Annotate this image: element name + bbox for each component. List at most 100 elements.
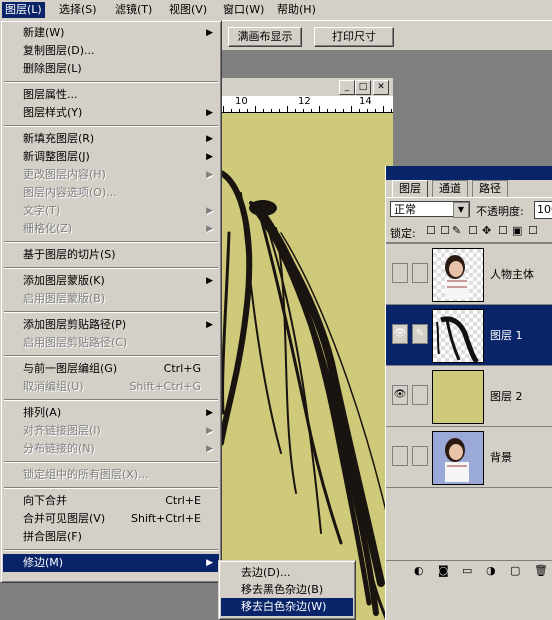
layer-row[interactable]: 人物主体 [386, 243, 552, 304]
link-toggle[interactable] [412, 263, 428, 283]
link-toggle[interactable] [412, 385, 428, 405]
menu-help[interactable]: 帮助(H) [274, 2, 319, 18]
fit-screen-button[interactable]: 满画布显示 [228, 27, 302, 47]
trash-icon[interactable]: 🗑 [534, 564, 548, 577]
menu-view[interactable]: 视图(V) [166, 2, 210, 18]
print-size-button[interactable]: 打印尺寸 [314, 27, 394, 47]
menu-item[interactable]: 向下合并 Ctrl+E [3, 492, 219, 510]
lock-transparency-icon[interactable]: ☐ [426, 224, 436, 237]
opacity-input[interactable]: 100 [534, 201, 552, 219]
ruler-tick [231, 109, 232, 112]
submenu-arrow-icon: ▶ [206, 28, 213, 38]
close-icon[interactable]: ✕ [373, 80, 389, 95]
mask-icon[interactable]: ◙ [438, 564, 449, 577]
lock-pixels-icon[interactable]: ✎ [452, 224, 461, 237]
ruler-tick [351, 106, 352, 112]
lock-pixels-box-icon[interactable]: ☐ [440, 224, 450, 237]
menu-item[interactable]: 排列(A) ▶ [3, 404, 219, 422]
ruler-tick [295, 109, 296, 112]
menu-separator [4, 399, 218, 401]
layer-row[interactable]: 背景 [386, 426, 552, 487]
menu-item: 分布链接的(N) ▶ [3, 440, 219, 458]
menu-item-label: 启用图层剪贴路径(C) [23, 336, 128, 349]
menu-window[interactable]: 窗口(W) [220, 2, 267, 18]
menu-item-label: 与前一图层编组(G) [23, 362, 118, 375]
submenu-arrow-icon: ▶ [206, 134, 213, 144]
ruler-tick [303, 109, 304, 112]
submenu-arrow-icon: ▶ [206, 320, 213, 330]
minimize-icon[interactable]: _ [339, 80, 355, 95]
menu-item[interactable]: 新调整图层(J) ▶ [3, 148, 219, 166]
submenu-arrow-icon: ▶ [206, 224, 213, 234]
tab-paths[interactable]: 路径 [472, 180, 508, 197]
eye-icon[interactable]: 👁 [392, 385, 408, 405]
link-toggle[interactable] [412, 446, 428, 466]
ruler-tick [223, 106, 224, 112]
menu-item-label: 栅格化(Z) [23, 222, 73, 235]
submenu-item[interactable]: 移去黑色杂边(B) [221, 581, 353, 599]
menu-separator [4, 355, 218, 357]
lock-all-icon[interactable]: ▣ [512, 224, 522, 237]
lock-all-box-icon[interactable]: ☐ [498, 224, 508, 237]
lock-position-icon[interactable]: ✥ [482, 224, 491, 237]
person-thumbnail-art [445, 255, 469, 299]
lock-extra-icon[interactable]: ☐ [528, 224, 538, 237]
adjustment-icon[interactable]: ◑ [486, 564, 496, 577]
menu-item[interactable]: 与前一图层编组(G) Ctrl+G [3, 360, 219, 378]
menu-item-label: 新填充图层(R) [23, 132, 95, 145]
menu-item[interactable]: 图层属性... [3, 86, 219, 104]
ruler-label: 14 [359, 96, 372, 107]
menu-item[interactable]: 添加图层剪贴路径(P) ▶ [3, 316, 219, 334]
layer-row-selected[interactable]: 👁 ✎ 图层 1 [386, 304, 552, 365]
menu-item[interactable]: 合并可见图层(V) Shift+Ctrl+E [3, 510, 219, 528]
submenu-arrow-icon: ▶ [206, 206, 213, 216]
menu-separator [4, 461, 218, 463]
layer-thumbnail [432, 309, 484, 364]
submenu-item[interactable]: 去边(D)... [221, 564, 353, 582]
image-canvas[interactable] [221, 113, 393, 620]
visibility-toggle[interactable] [392, 263, 408, 283]
menu-item[interactable]: 基于图层的切片(S) [3, 246, 219, 264]
document-titlebar: _ □ ✕ [221, 78, 393, 96]
menu-select[interactable]: 选择(S) [56, 2, 100, 18]
brush-icon[interactable]: ✎ [412, 324, 428, 344]
ruler-tick [343, 109, 344, 112]
lock-position-box-icon[interactable]: ☐ [468, 224, 478, 237]
menu-item-label: 新建(W) [23, 26, 65, 39]
submenu-arrow-icon: ▶ [206, 408, 213, 418]
blend-mode-select[interactable]: 正常 ▼ [390, 201, 470, 218]
maximize-icon[interactable]: □ [355, 80, 371, 95]
menu-item-label: 添加图层蒙版(K) [23, 274, 105, 287]
chevron-down-icon[interactable]: ▼ [453, 202, 469, 218]
menu-item: 图层内容选项(O)... [3, 184, 219, 202]
folder-icon[interactable]: ▭ [462, 564, 472, 577]
new-layer-icon[interactable]: ▢ [510, 564, 520, 577]
menu-item[interactable]: 添加图层蒙版(K) ▶ [3, 272, 219, 290]
lock-toolbar: ☐ ☐ ✎ ☐ ✥ ☐ ▣ ☐ [426, 224, 552, 238]
menu-item[interactable]: 新建(W) ▶ [3, 24, 219, 42]
menu-item-label: 添加图层剪贴路径(P) [23, 318, 127, 331]
document-window: _ □ ✕ 10 12 14 [221, 78, 393, 620]
layer-style-icon[interactable]: ◐ [414, 564, 424, 577]
submenu-arrow-icon: ▶ [206, 152, 213, 162]
menu-item[interactable]: 删除图层(L) [3, 60, 219, 78]
menu-item[interactable]: 复制图层(D)... [3, 42, 219, 60]
visibility-toggle[interactable] [392, 446, 408, 466]
tab-layers[interactable]: 图层 [392, 180, 428, 197]
layer-name: 背景 [490, 451, 512, 464]
layers-bottom-toolbar: ◐ ◙ ▭ ◑ ▢ 🗑 [386, 560, 552, 579]
menu-filter[interactable]: 滤镜(T) [112, 2, 155, 18]
menu-layer[interactable]: 图层(L) [2, 2, 45, 18]
eye-icon[interactable]: 👁 [392, 324, 408, 344]
menu-separator [4, 487, 218, 489]
opacity-label: 不透明度: [476, 205, 524, 218]
submenu-item[interactable]: 移去白色杂边(W) [221, 598, 353, 616]
menu-item[interactable]: 新填充图层(R) ▶ [3, 130, 219, 148]
menu-item[interactable]: 修边(M) ▶ [3, 554, 219, 572]
layer-row[interactable]: 👁 图层 2 [386, 365, 552, 426]
menu-item[interactable]: 图层样式(Y) ▶ [3, 104, 219, 122]
menu-item[interactable]: 拼合图层(F) [3, 528, 219, 546]
tab-channels[interactable]: 通道 [432, 180, 468, 197]
submenu-item-label: 移去白色杂边(W) [241, 600, 327, 613]
menu-item-label: 文字(T) [23, 204, 61, 217]
